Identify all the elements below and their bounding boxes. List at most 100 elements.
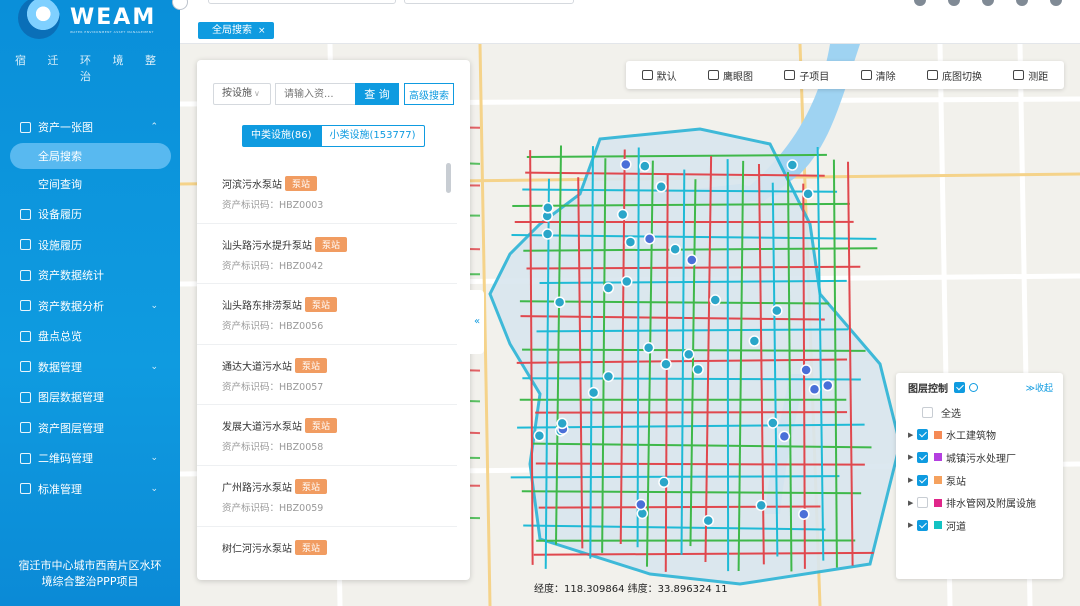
tab-small-category[interactable]: 小类设施(153777) [320,125,425,147]
logo: WEAM WATER ENVIRONMENT ASSET MANAGEMENT [0,0,180,40]
sidebar-item-12[interactable]: 标准管理 ⌄ [0,474,180,505]
type-badge: 泵站 [285,176,318,191]
tab-global-search[interactable]: 全局搜索 × [198,22,274,39]
collapse-panel-icon[interactable]: « [470,290,484,354]
search-panel: 按设施∨ 查 询 高级搜索 中类设施(86) 小类设施(153777) 河滨污水… [197,60,470,580]
list-item[interactable]: 汕头路东排涝泵站 泵站 资产标识码：HBZ0056 [197,284,457,345]
toolbar-button-3[interactable]: 清除 [860,68,896,83]
type-badge: 泵站 [295,478,328,494]
chevron-down-icon: ∨ [254,89,260,98]
scrollbar[interactable] [446,163,451,193]
expand-icon[interactable]: ▶ [908,521,917,529]
sidebar-item-7[interactable]: 盘点总览 [0,321,180,352]
layer-checkbox[interactable] [917,497,928,509]
sidebar-item-label: 二维码管理 [38,452,93,466]
layer-swatch [934,498,942,507]
layer-row[interactable]: ▶ 排水管网及附属设施 [896,491,1063,514]
collapse-sidebar-icon[interactable] [172,0,188,10]
expand-icon[interactable]: ▶ [908,476,917,484]
tab-mid-category[interactable]: 中类设施(86) [242,125,321,147]
sidebar-item-label: 标准管理 [38,482,82,496]
sidebar-item-5[interactable]: 资产数据统计 [0,260,180,291]
sidebar-item-11[interactable]: 二维码管理 ⌄ [0,443,180,474]
search-row: 按设施∨ 查 询 高级搜索 [213,83,454,105]
list-item[interactable]: 广州路污水泵站 泵站 资产标识码：HBZ0059 [197,466,457,527]
layer-swatch [934,453,942,462]
layer-row[interactable]: ▶ 河道 [896,514,1063,537]
measure-icon [1013,70,1025,80]
list-item[interactable]: 通达大道污水站 泵站 资产标识码：HBZ0057 [197,345,457,406]
type-badge: 泵站 [305,418,338,434]
type-badge: 泵站 [295,539,328,555]
query-button[interactable]: 查 询 [355,83,399,105]
asset-code: 资产标识码：HBZ0057 [222,381,324,393]
tab-label: 全局搜索 [212,25,252,36]
layer-label: 河道 [946,521,966,533]
facility-name: 广州路污水泵站 [222,482,292,494]
toolbar-label: 测距 [1028,71,1049,83]
chevron-icon: ⌄ [150,483,158,494]
info-icon[interactable] [969,382,978,392]
toolbar-button-5[interactable]: 测距 [1013,68,1048,83]
sidebar-item-4[interactable]: 设施履历 [0,230,180,261]
top-filter-input[interactable] [404,0,574,4]
message-icon[interactable] [948,0,960,6]
select-all-checkbox[interactable] [922,406,933,418]
sidebar-item-label: 设备履历 [38,208,82,222]
device-icon [20,208,31,220]
search-input[interactable] [275,83,355,105]
layer-row[interactable]: ▶ 城镇污水处理厂 [896,446,1063,469]
layer-checkbox[interactable] [917,519,928,531]
layer-master-checkbox[interactable] [954,381,965,393]
layer-checkbox[interactable] [917,429,928,441]
layer-row[interactable]: ▶ 水工建筑物 [896,424,1063,447]
list-item[interactable]: 发展大道污水泵站 泵站 资产标识码：HBZ0058 [197,405,457,466]
sidebar-item-10[interactable]: 资产图层管理 [0,413,180,444]
asset-code: 资产标识码：HBZ0003 [222,200,324,211]
top-search-input[interactable] [208,0,396,4]
layer-row[interactable]: ▶ 泵站 [896,469,1063,492]
type-select[interactable]: 按设施 ∨ [213,83,271,105]
sidebar-item-8[interactable]: 数据管理 ⌄ [0,352,180,383]
eagle-eye-icon [707,70,719,80]
toolbar-button-1[interactable]: 鹰眼图 [707,68,753,83]
expand-icon[interactable]: ▶ [908,499,917,507]
layer-data-icon [20,391,31,403]
top-bar: 全局搜索 × [172,0,1080,44]
sidebar-item-label: 资产数据分析 [38,299,104,313]
map-icon [20,121,31,133]
sidebar-item-2[interactable]: 空间查询 [0,169,180,200]
sidebar-item-1[interactable]: 全局搜索 [10,142,171,169]
sidebar-item-label: 数据管理 [38,360,82,374]
user-icon[interactable] [1016,0,1028,6]
sidebar-item-9[interactable]: 图层数据管理 [0,382,180,413]
advanced-search-button[interactable]: 高级搜索 [404,83,454,105]
power-icon[interactable] [1050,0,1062,6]
logo-title: WEAM [70,5,157,30]
sidebar-item-3[interactable]: 设备履历 [0,199,180,230]
map-toolbar: 默认 鹰眼图 子项目 清除 底图切换 测距 [626,61,1064,89]
logo-icon [18,0,60,39]
chevron-icon: ⌄ [150,453,158,464]
expand-icon[interactable]: ▶ [908,431,917,439]
analysis-icon [20,300,31,312]
clear-icon [860,70,872,80]
sidebar-item-0[interactable]: 资产一张图 ⌃ [0,112,180,143]
coordinate-readout: 经度：118.309864 纬度：33.896324 11 [534,584,728,595]
toolbar-button-2[interactable]: 子项目 [784,68,829,83]
toolbar-button-4[interactable]: 底图切换 [926,68,982,83]
toolbar-button-0[interactable]: 默认 [641,68,677,83]
expand-icon[interactable]: ▶ [908,453,917,461]
layer-checkbox[interactable] [917,451,928,463]
fold-button[interactable]: ≫收起 [1026,381,1053,394]
sidebar-item-6[interactable]: 资产数据分析 ⌄ [0,291,180,322]
toolbar-label: 默认 [656,71,677,83]
list-item[interactable]: 河滨污水泵站 泵站 资产标识码：HBZ0003 [197,163,457,224]
help-icon[interactable] [914,0,926,6]
layer-checkbox[interactable] [917,474,928,486]
chevron-icon: ⌄ [150,361,158,372]
list-item[interactable]: 树仁河污水泵站 泵站 [197,527,457,580]
settings-icon[interactable] [982,0,994,6]
list-item[interactable]: 汕头路污水提升泵站 泵站 资产标识码：HBZ0042 [197,224,457,285]
close-icon[interactable]: × [258,26,266,36]
